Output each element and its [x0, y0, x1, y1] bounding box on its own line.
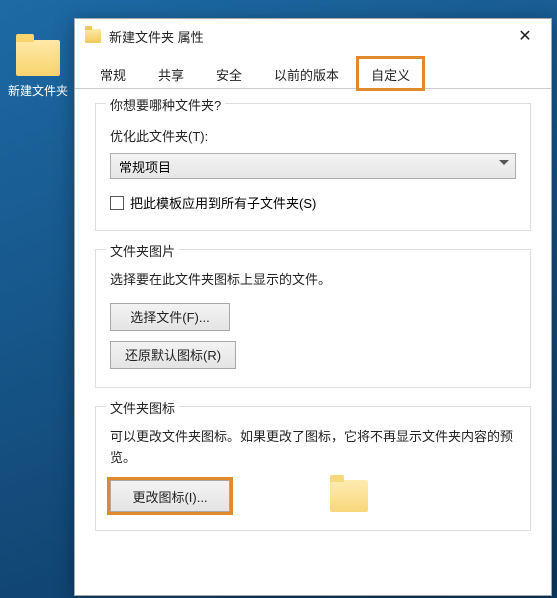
- desktop: 新建文件夹 新建文件夹 属性 ✕ 常规 共享 安全 以前的版本 自定义 你想要哪…: [0, 0, 557, 598]
- folder-preview-icon: [330, 480, 368, 512]
- checkbox-icon: [110, 196, 124, 210]
- apply-subfolders-label: 把此模板应用到所有子文件夹(S): [130, 193, 316, 212]
- change-icon-button[interactable]: 更改图标(I)...: [110, 480, 230, 512]
- titlebar: 新建文件夹 属性 ✕: [75, 19, 551, 53]
- customize-panel: 你想要哪种文件夹? 优化此文件夹(T): 常规项目 把此模板应用到所有子文件夹(…: [75, 89, 551, 595]
- group-folder-icon: 文件夹图标 可以更改文件夹图标。如果更改了图标，它将不再显示文件夹内容的预览。 …: [95, 406, 531, 532]
- group-folder-type-legend: 你想要哪种文件夹?: [106, 95, 225, 114]
- group-folder-type: 你想要哪种文件夹? 优化此文件夹(T): 常规项目 把此模板应用到所有子文件夹(…: [95, 103, 531, 231]
- optimize-label: 优化此文件夹(T):: [110, 126, 516, 145]
- properties-dialog: 新建文件夹 属性 ✕ 常规 共享 安全 以前的版本 自定义 你想要哪种文件夹? …: [74, 18, 552, 596]
- group-folder-picture: 文件夹图片 选择要在此文件夹图标上显示的文件。 选择文件(F)... 还原默认图…: [95, 249, 531, 388]
- group-folder-icon-legend: 文件夹图标: [106, 398, 179, 417]
- folder-picture-desc: 选择要在此文件夹图标上显示的文件。: [110, 270, 516, 291]
- desktop-folder-label: 新建文件夹: [6, 82, 70, 99]
- tab-security[interactable]: 安全: [203, 58, 255, 89]
- tab-sharing[interactable]: 共享: [145, 58, 197, 89]
- choose-file-button[interactable]: 选择文件(F)...: [110, 303, 230, 331]
- folder-icon-desc: 可以更改文件夹图标。如果更改了图标，它将不再显示文件夹内容的预览。: [110, 427, 516, 469]
- tab-general[interactable]: 常规: [87, 58, 139, 89]
- desktop-folder-icon[interactable]: 新建文件夹: [6, 40, 70, 99]
- optimize-select-value: 常规项目: [119, 157, 171, 176]
- restore-default-button[interactable]: 还原默认图标(R): [110, 341, 236, 369]
- title-folder-icon: [85, 29, 101, 43]
- chevron-down-icon: [499, 160, 509, 170]
- apply-subfolders-checkbox[interactable]: 把此模板应用到所有子文件夹(S): [110, 193, 516, 212]
- tab-previous-versions[interactable]: 以前的版本: [261, 58, 352, 89]
- folder-icon: [16, 40, 60, 76]
- close-icon: ✕: [518, 26, 531, 46]
- dialog-title: 新建文件夹 属性: [109, 27, 503, 46]
- tab-customize[interactable]: 自定义: [358, 58, 423, 89]
- group-folder-picture-legend: 文件夹图片: [106, 241, 179, 260]
- tabstrip: 常规 共享 安全 以前的版本 自定义: [75, 59, 551, 89]
- close-button[interactable]: ✕: [503, 21, 547, 51]
- optimize-select[interactable]: 常规项目: [110, 153, 516, 179]
